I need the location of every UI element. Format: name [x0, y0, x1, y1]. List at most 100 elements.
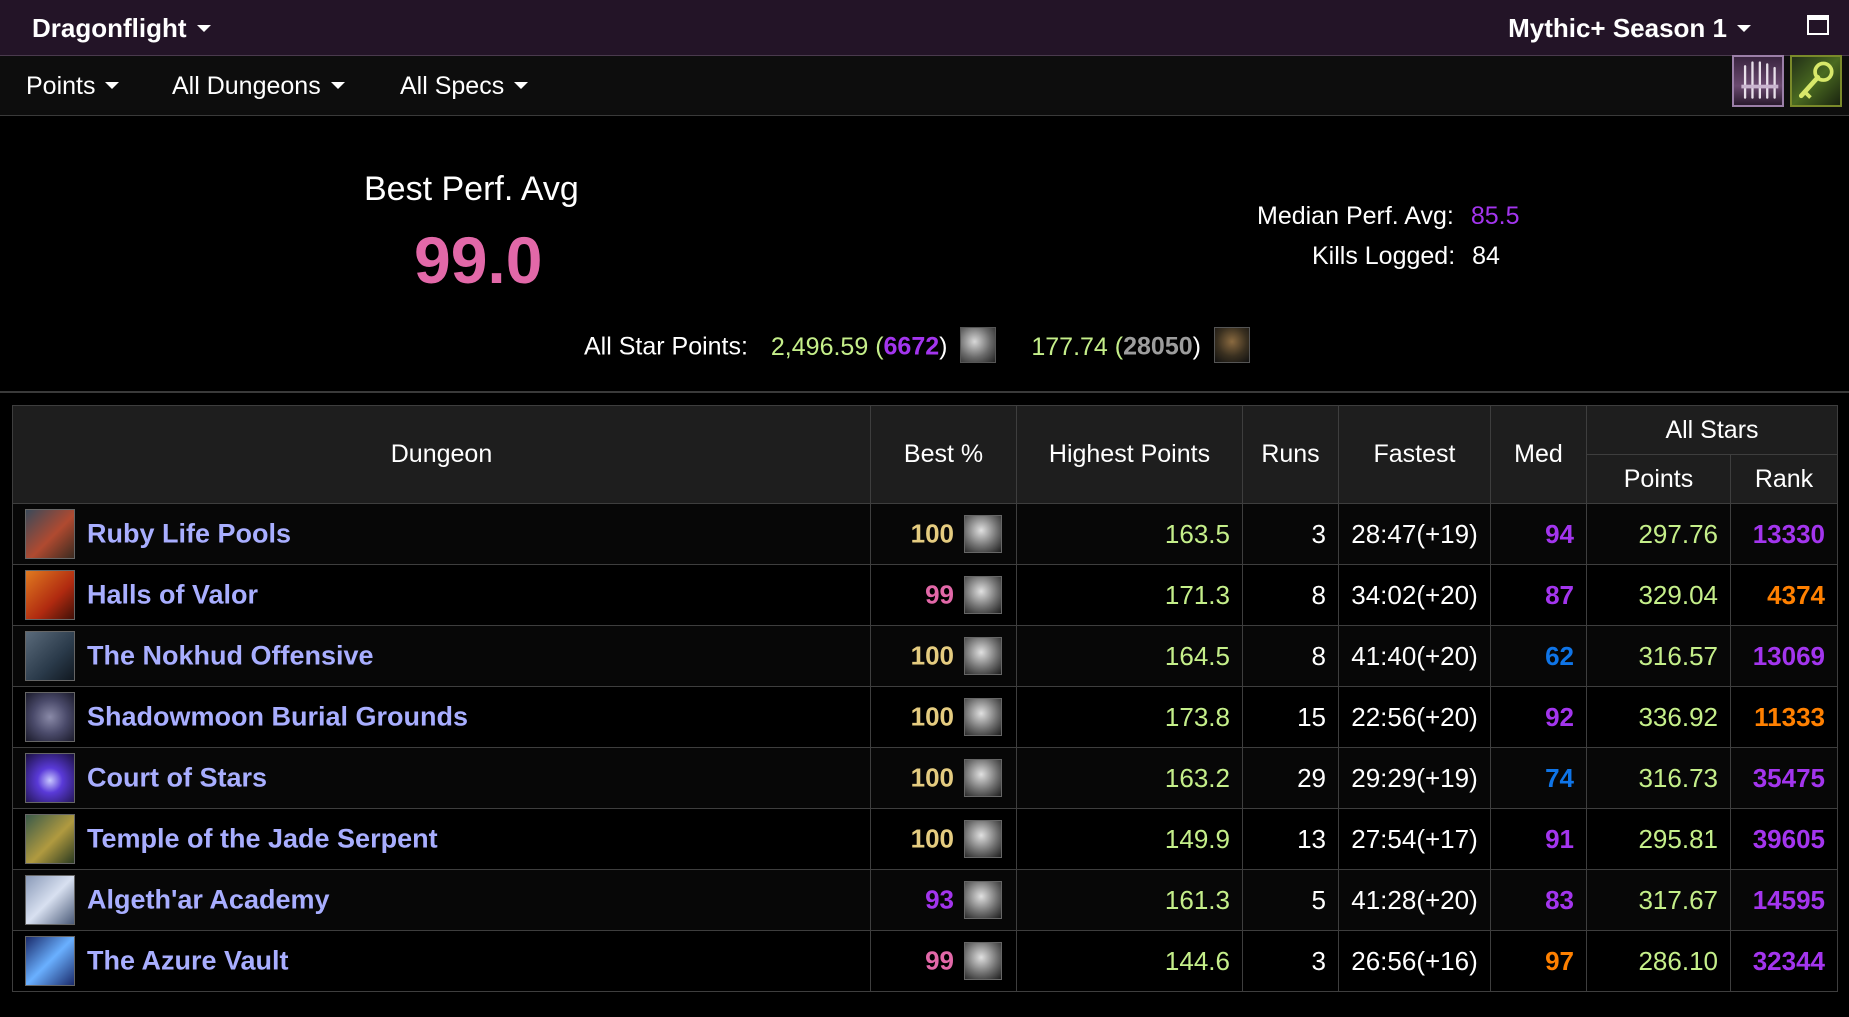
best-percent: 100	[910, 823, 954, 854]
fastest-run-link[interactable]: 26:56(+16)	[1338, 930, 1491, 992]
dungeon-icon	[25, 875, 75, 925]
col-header-highest-points[interactable]: Highest Points	[1016, 405, 1243, 504]
spec-icon[interactable]	[964, 759, 1002, 797]
key-icon[interactable]	[1790, 55, 1842, 107]
dungeon-name-link[interactable]: Court of Stars	[87, 763, 267, 793]
spec-icon[interactable]	[964, 942, 1002, 980]
dungeon-name-link[interactable]: Halls of Valor	[87, 580, 258, 610]
col-header-runs[interactable]: Runs	[1242, 405, 1339, 504]
median-percent: 91	[1490, 808, 1587, 870]
expansion-dropdown[interactable]: Dragonflight	[32, 0, 211, 56]
allstar-points: 286.10	[1586, 930, 1731, 992]
allstar-rank: 32344	[1730, 930, 1838, 992]
best-cell: 100	[870, 747, 1017, 809]
dungeon-cell: Halls of Valor	[12, 564, 871, 626]
dungeon-cell: Court of Stars	[12, 747, 871, 809]
fastest-run-link[interactable]: 34:02(+20)	[1338, 564, 1491, 626]
highest-points: 171.3	[1016, 564, 1243, 626]
highest-points: 164.5	[1016, 625, 1243, 687]
spec-filter-dropdown[interactable]: All Specs	[400, 56, 529, 116]
dungeon-name-link[interactable]: Shadowmoon Burial Grounds	[87, 702, 468, 732]
spec-icon[interactable]	[964, 698, 1002, 736]
col-header-med[interactable]: Med	[1490, 405, 1587, 504]
spec-icon[interactable]	[964, 881, 1002, 919]
dungeon-icon	[25, 692, 75, 742]
app-frame: Dragonflight Mythic+ Season 1 Points All…	[0, 0, 1849, 1017]
runs-count: 8	[1242, 625, 1339, 687]
col-header-points[interactable]: Points	[1586, 454, 1731, 504]
dungeon-name-link[interactable]: Ruby Life Pools	[87, 519, 291, 549]
table-row[interactable]: Halls of Valor 99 171.3 8 34:02(+20) 87 329.04…	[12, 564, 1838, 626]
col-header-fastest[interactable]: Fastest	[1338, 405, 1491, 504]
fastest-run-link[interactable]: 28:47(+19)	[1338, 503, 1491, 565]
spec-filter-label: All Specs	[400, 72, 505, 100]
median-percent: 92	[1490, 686, 1587, 748]
rogue-spec-icon[interactable]	[1213, 327, 1250, 363]
expansion-label: Dragonflight	[32, 13, 187, 43]
best-perf-value: 99.0	[414, 223, 543, 297]
allstar-rank: 35475	[1730, 747, 1838, 809]
allstar-points: 329.04	[1586, 564, 1731, 626]
kills-logged-label: Kills Logged:	[1312, 242, 1456, 270]
fastest-run-link[interactable]: 41:40(+20)	[1338, 625, 1491, 687]
table-row[interactable]: Algeth'ar Academy 93 161.3 5 41:28(+20) 83 317…	[12, 869, 1838, 931]
season-label: Mythic+ Season 1	[1508, 13, 1727, 43]
median-percent: 74	[1490, 747, 1587, 809]
best-cell: 99	[870, 930, 1017, 992]
dungeon-name-link[interactable]: The Azure Vault	[87, 946, 289, 976]
fastest-run-link[interactable]: 22:56(+20)	[1338, 686, 1491, 748]
dungeon-icon	[25, 753, 75, 803]
dungeon-table-body: Ruby Life Pools 100 163.5 3 28:47(+19) 94 297.…	[12, 503, 1838, 992]
best-perf-label: Best Perf. Avg	[364, 170, 579, 208]
table-row[interactable]: Court of Stars 100 163.2 29 29:29(+19) 74 316.…	[12, 747, 1838, 809]
highest-points: 144.6	[1016, 930, 1243, 992]
title-bar: Dragonflight Mythic+ Season 1	[0, 0, 1849, 56]
col-header-rank[interactable]: Rank	[1730, 454, 1838, 504]
runs-count: 3	[1242, 503, 1339, 565]
fastest-run-link[interactable]: 41:28(+20)	[1338, 869, 1491, 931]
maximize-icon[interactable]	[1807, 15, 1829, 35]
spec-icon[interactable]	[964, 820, 1002, 858]
dungeon-cell: The Nokhud Offensive	[12, 625, 871, 687]
median-percent: 83	[1490, 869, 1587, 931]
best-cell: 100	[870, 686, 1017, 748]
dungeon-table-wrap: Dungeon Best % Highest Points Runs Faste…	[12, 405, 1838, 992]
col-header-best[interactable]: Best %	[870, 405, 1017, 504]
spec-icon[interactable]	[964, 576, 1002, 614]
best-percent: 100	[910, 518, 954, 549]
median-percent: 62	[1490, 625, 1587, 687]
chevron-down-icon	[1737, 24, 1751, 32]
dungeon-name-link[interactable]: Temple of the Jade Serpent	[87, 824, 438, 854]
chevron-down-icon	[196, 24, 211, 32]
table-row[interactable]: The Azure Vault 99 144.6 3 26:56(+16) 97 286.1…	[12, 930, 1838, 992]
best-percent: 100	[910, 701, 954, 732]
dungeon-icon	[25, 814, 75, 864]
median-perf-label: Median Perf. Avg:	[1257, 202, 1454, 230]
col-header-dungeon[interactable]: Dungeon	[12, 405, 871, 504]
dungeon-name-link[interactable]: Algeth'ar Academy	[87, 885, 330, 915]
median-percent: 97	[1490, 930, 1587, 992]
table-row[interactable]: Shadowmoon Burial Grounds 100 173.8 15 22:56…	[12, 686, 1838, 748]
table-row[interactable]: Temple of the Jade Serpent 100 149.9 13 27:5…	[12, 808, 1838, 870]
allstar-rank: 4374	[1730, 564, 1838, 626]
allstar-points: 317.67	[1586, 869, 1731, 931]
runs-count: 5	[1242, 869, 1339, 931]
table-row[interactable]: Ruby Life Pools 100 163.5 3 28:47(+19) 94 297.…	[12, 503, 1838, 565]
spec-icon[interactable]	[964, 637, 1002, 675]
weapons-icon[interactable]	[1732, 55, 1784, 107]
dungeon-name-link[interactable]: The Nokhud Offensive	[87, 641, 374, 671]
fastest-run-link[interactable]: 29:29(+19)	[1338, 747, 1491, 809]
dungeon-cell: Ruby Life Pools	[12, 503, 871, 565]
highest-points: 161.3	[1016, 869, 1243, 931]
summary-panel: Best Perf. Avg 99.0 Median Perf. Avg: 85…	[0, 116, 1849, 393]
dungeon-filter-dropdown[interactable]: All Dungeons	[172, 56, 345, 116]
median-perf-row: Median Perf. Avg: 85.5	[1257, 202, 1520, 231]
filter-bar: Points All Dungeons All Specs	[0, 56, 1849, 116]
metric-filter-dropdown[interactable]: Points	[26, 56, 120, 116]
table-row[interactable]: The Nokhud Offensive 100 164.5 8 41:40(+20) 6…	[12, 625, 1838, 687]
protection-spec-icon[interactable]	[960, 327, 997, 363]
allstar-points: 316.57	[1586, 625, 1731, 687]
season-dropdown[interactable]: Mythic+ Season 1	[1508, 0, 1751, 56]
fastest-run-link[interactable]: 27:54(+17)	[1338, 808, 1491, 870]
spec-icon[interactable]	[964, 515, 1002, 553]
